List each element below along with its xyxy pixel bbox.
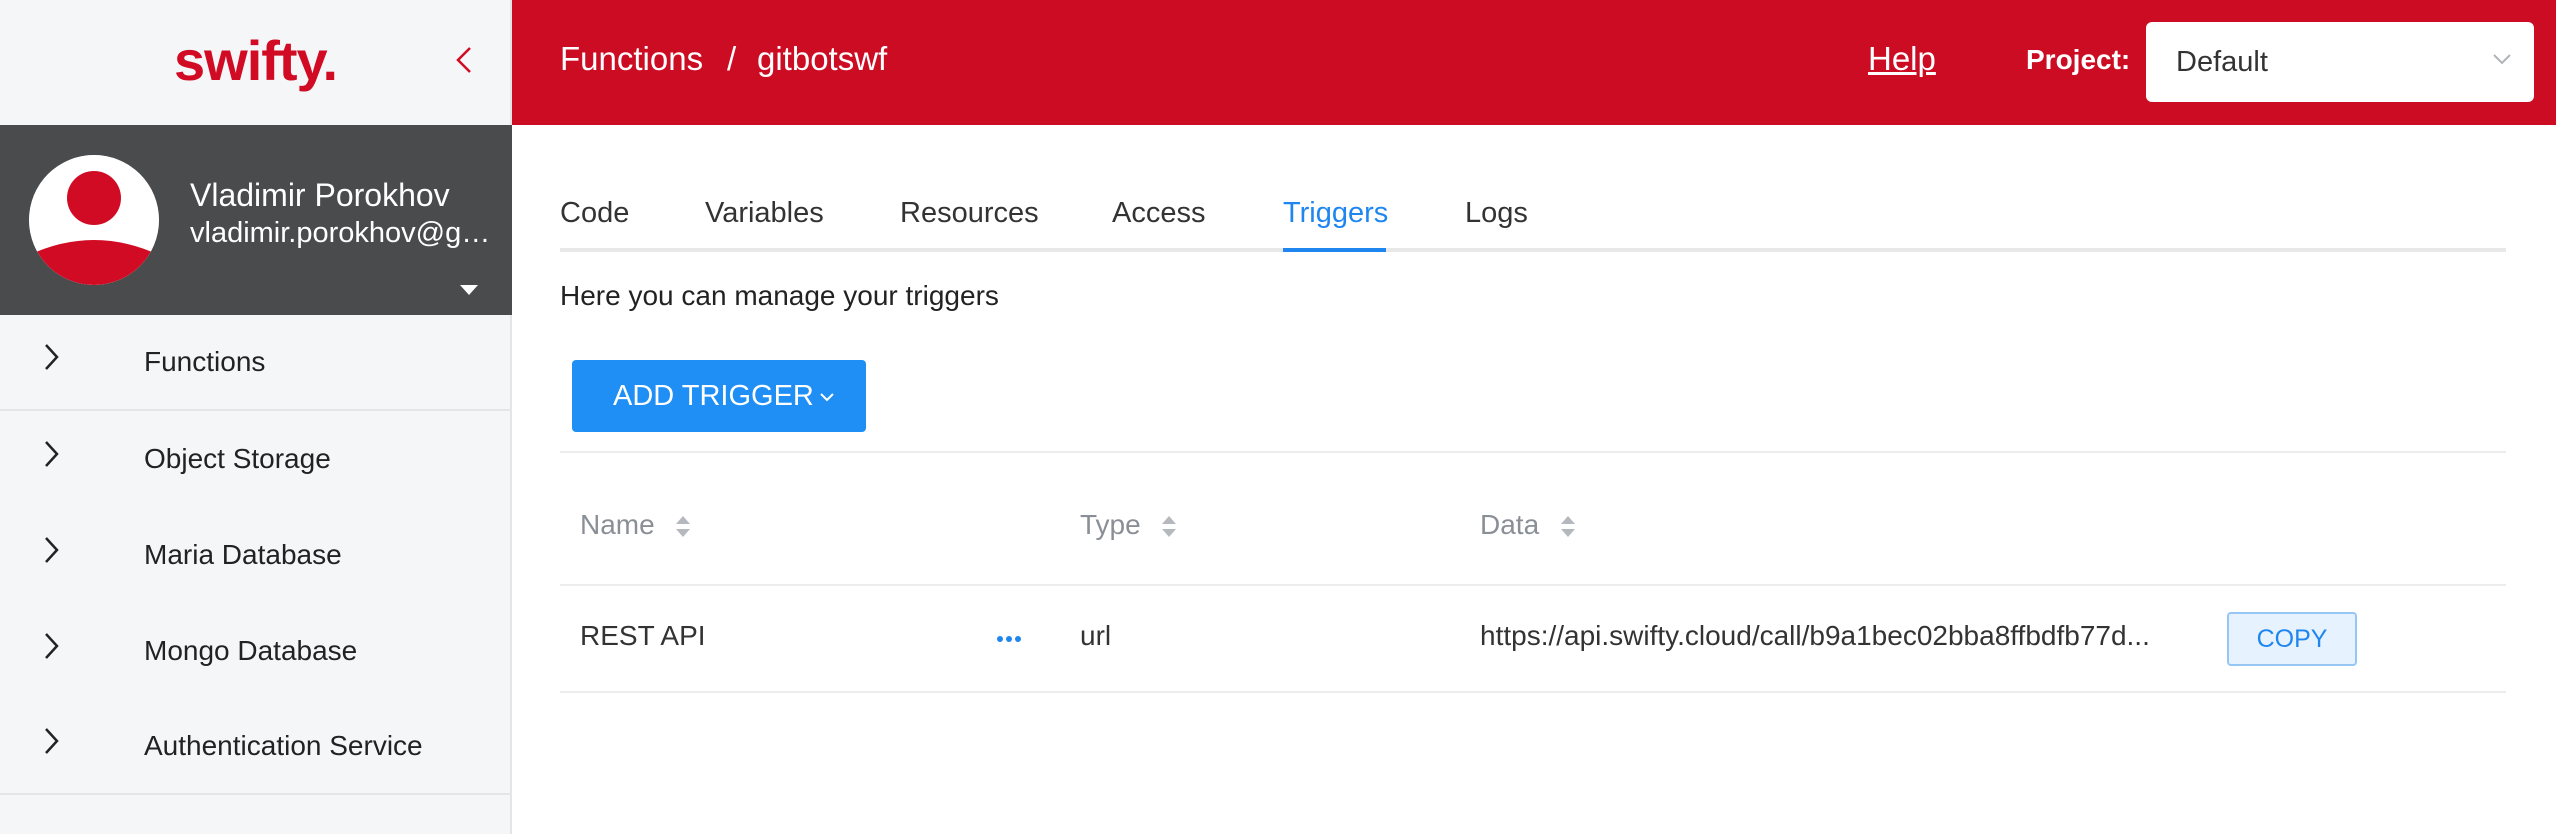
chevron-down-icon — [2493, 54, 2511, 65]
user-name: Vladimir Porokhov — [190, 177, 450, 213]
chevron-right-icon — [45, 728, 59, 755]
sidebar-item-object-storage[interactable]: Object Storage — [0, 411, 510, 507]
sidebar: swifty. Vladimir Porokhov vladimir.porok… — [0, 0, 512, 834]
chevron-left-icon — [456, 47, 471, 73]
brand-logo[interactable]: swifty. — [174, 28, 338, 93]
tab-logs[interactable]: Logs — [1465, 197, 1528, 230]
breadcrumb-functions[interactable]: Functions — [560, 40, 703, 78]
user-card: Vladimir Porokhov vladimir.porokhov@gmai… — [0, 125, 512, 315]
chevron-right-icon — [45, 537, 59, 564]
tab-variables[interactable]: Variables — [705, 197, 824, 230]
chevron-right-icon — [45, 633, 59, 660]
sidebar-nav: Functions Object Storage Maria Database … — [0, 315, 510, 795]
collapse-sidebar-button[interactable] — [448, 38, 480, 82]
logo-bar: swifty. — [0, 0, 510, 125]
column-header-data[interactable]: Data — [1480, 509, 1577, 541]
user-email: vladimir.porokhov@gmail.com — [190, 217, 510, 249]
caret-down-icon — [460, 285, 478, 295]
sidebar-item-label: Functions — [144, 346, 266, 377]
avatar[interactable] — [29, 155, 159, 285]
copy-button[interactable]: COPY — [2227, 612, 2357, 666]
chevron-right-icon — [45, 441, 59, 468]
column-header-label: Name — [580, 509, 655, 540]
sidebar-item-maria-database[interactable]: Maria Database — [0, 507, 510, 603]
sidebar-item-functions[interactable]: Functions — [0, 315, 510, 411]
project-select-value: Default — [2176, 46, 2268, 78]
tab-code[interactable]: Code — [560, 197, 629, 230]
sidebar-item-mongo-database[interactable]: Mongo Database — [0, 603, 510, 699]
sidebar-item-label: Mongo Database — [144, 635, 358, 666]
tab-access[interactable]: Access — [1112, 197, 1205, 230]
tab-resources[interactable]: Resources — [900, 197, 1039, 230]
trigger-name: REST API — [580, 620, 706, 651]
divider — [560, 451, 2506, 453]
chevron-right-icon — [45, 344, 59, 371]
sort-icon — [1162, 515, 1177, 537]
column-header-name[interactable]: Name — [580, 509, 692, 541]
breadcrumb-current: gitbotswf — [757, 40, 888, 77]
breadcrumb-separator: / — [727, 40, 737, 77]
tab-bar: Code Variables Resources Access Triggers… — [560, 125, 2506, 252]
app-window: swifty. Vladimir Porokhov vladimir.porok… — [0, 0, 2556, 834]
project-label: Project: — [2026, 44, 2131, 75]
project-select[interactable]: Default — [2146, 22, 2534, 102]
active-tab-indicator — [1283, 248, 1386, 252]
main-content: Code Variables Resources Access Triggers… — [560, 125, 2506, 693]
sidebar-item-authentication-service[interactable]: Authentication Service — [0, 699, 510, 795]
trigger-data: https://api.swifty.cloud/call/b9a1bec02b… — [1480, 620, 2150, 651]
divider — [560, 691, 2506, 693]
more-options-icon[interactable] — [996, 635, 1022, 643]
column-header-label: Data — [1480, 509, 1540, 540]
triggers-intro: Here you can manage your triggers — [560, 280, 999, 311]
sidebar-item-label: Maria Database — [144, 539, 342, 570]
column-header-label: Type — [1080, 509, 1141, 540]
user-avatar-icon — [29, 155, 159, 285]
tab-triggers[interactable]: Triggers — [1283, 197, 1388, 230]
top-bar: Functions / gitbotswf Help Project: Defa… — [512, 0, 2556, 125]
add-trigger-button[interactable]: ADD TRIGGER — [572, 360, 866, 432]
chevron-down-icon — [820, 393, 834, 402]
sidebar-item-label: Authentication Service — [144, 730, 423, 761]
divider — [560, 584, 2506, 586]
user-menu-toggle[interactable] — [458, 283, 480, 297]
column-header-type[interactable]: Type — [1080, 509, 1178, 541]
sidebar-item-label: Object Storage — [144, 443, 331, 474]
sort-icon — [676, 515, 691, 537]
trigger-type: url — [1080, 620, 1112, 651]
add-trigger-label: ADD TRIGGER — [613, 380, 814, 412]
sort-icon — [1560, 515, 1575, 537]
help-link[interactable]: Help — [1868, 40, 1936, 78]
